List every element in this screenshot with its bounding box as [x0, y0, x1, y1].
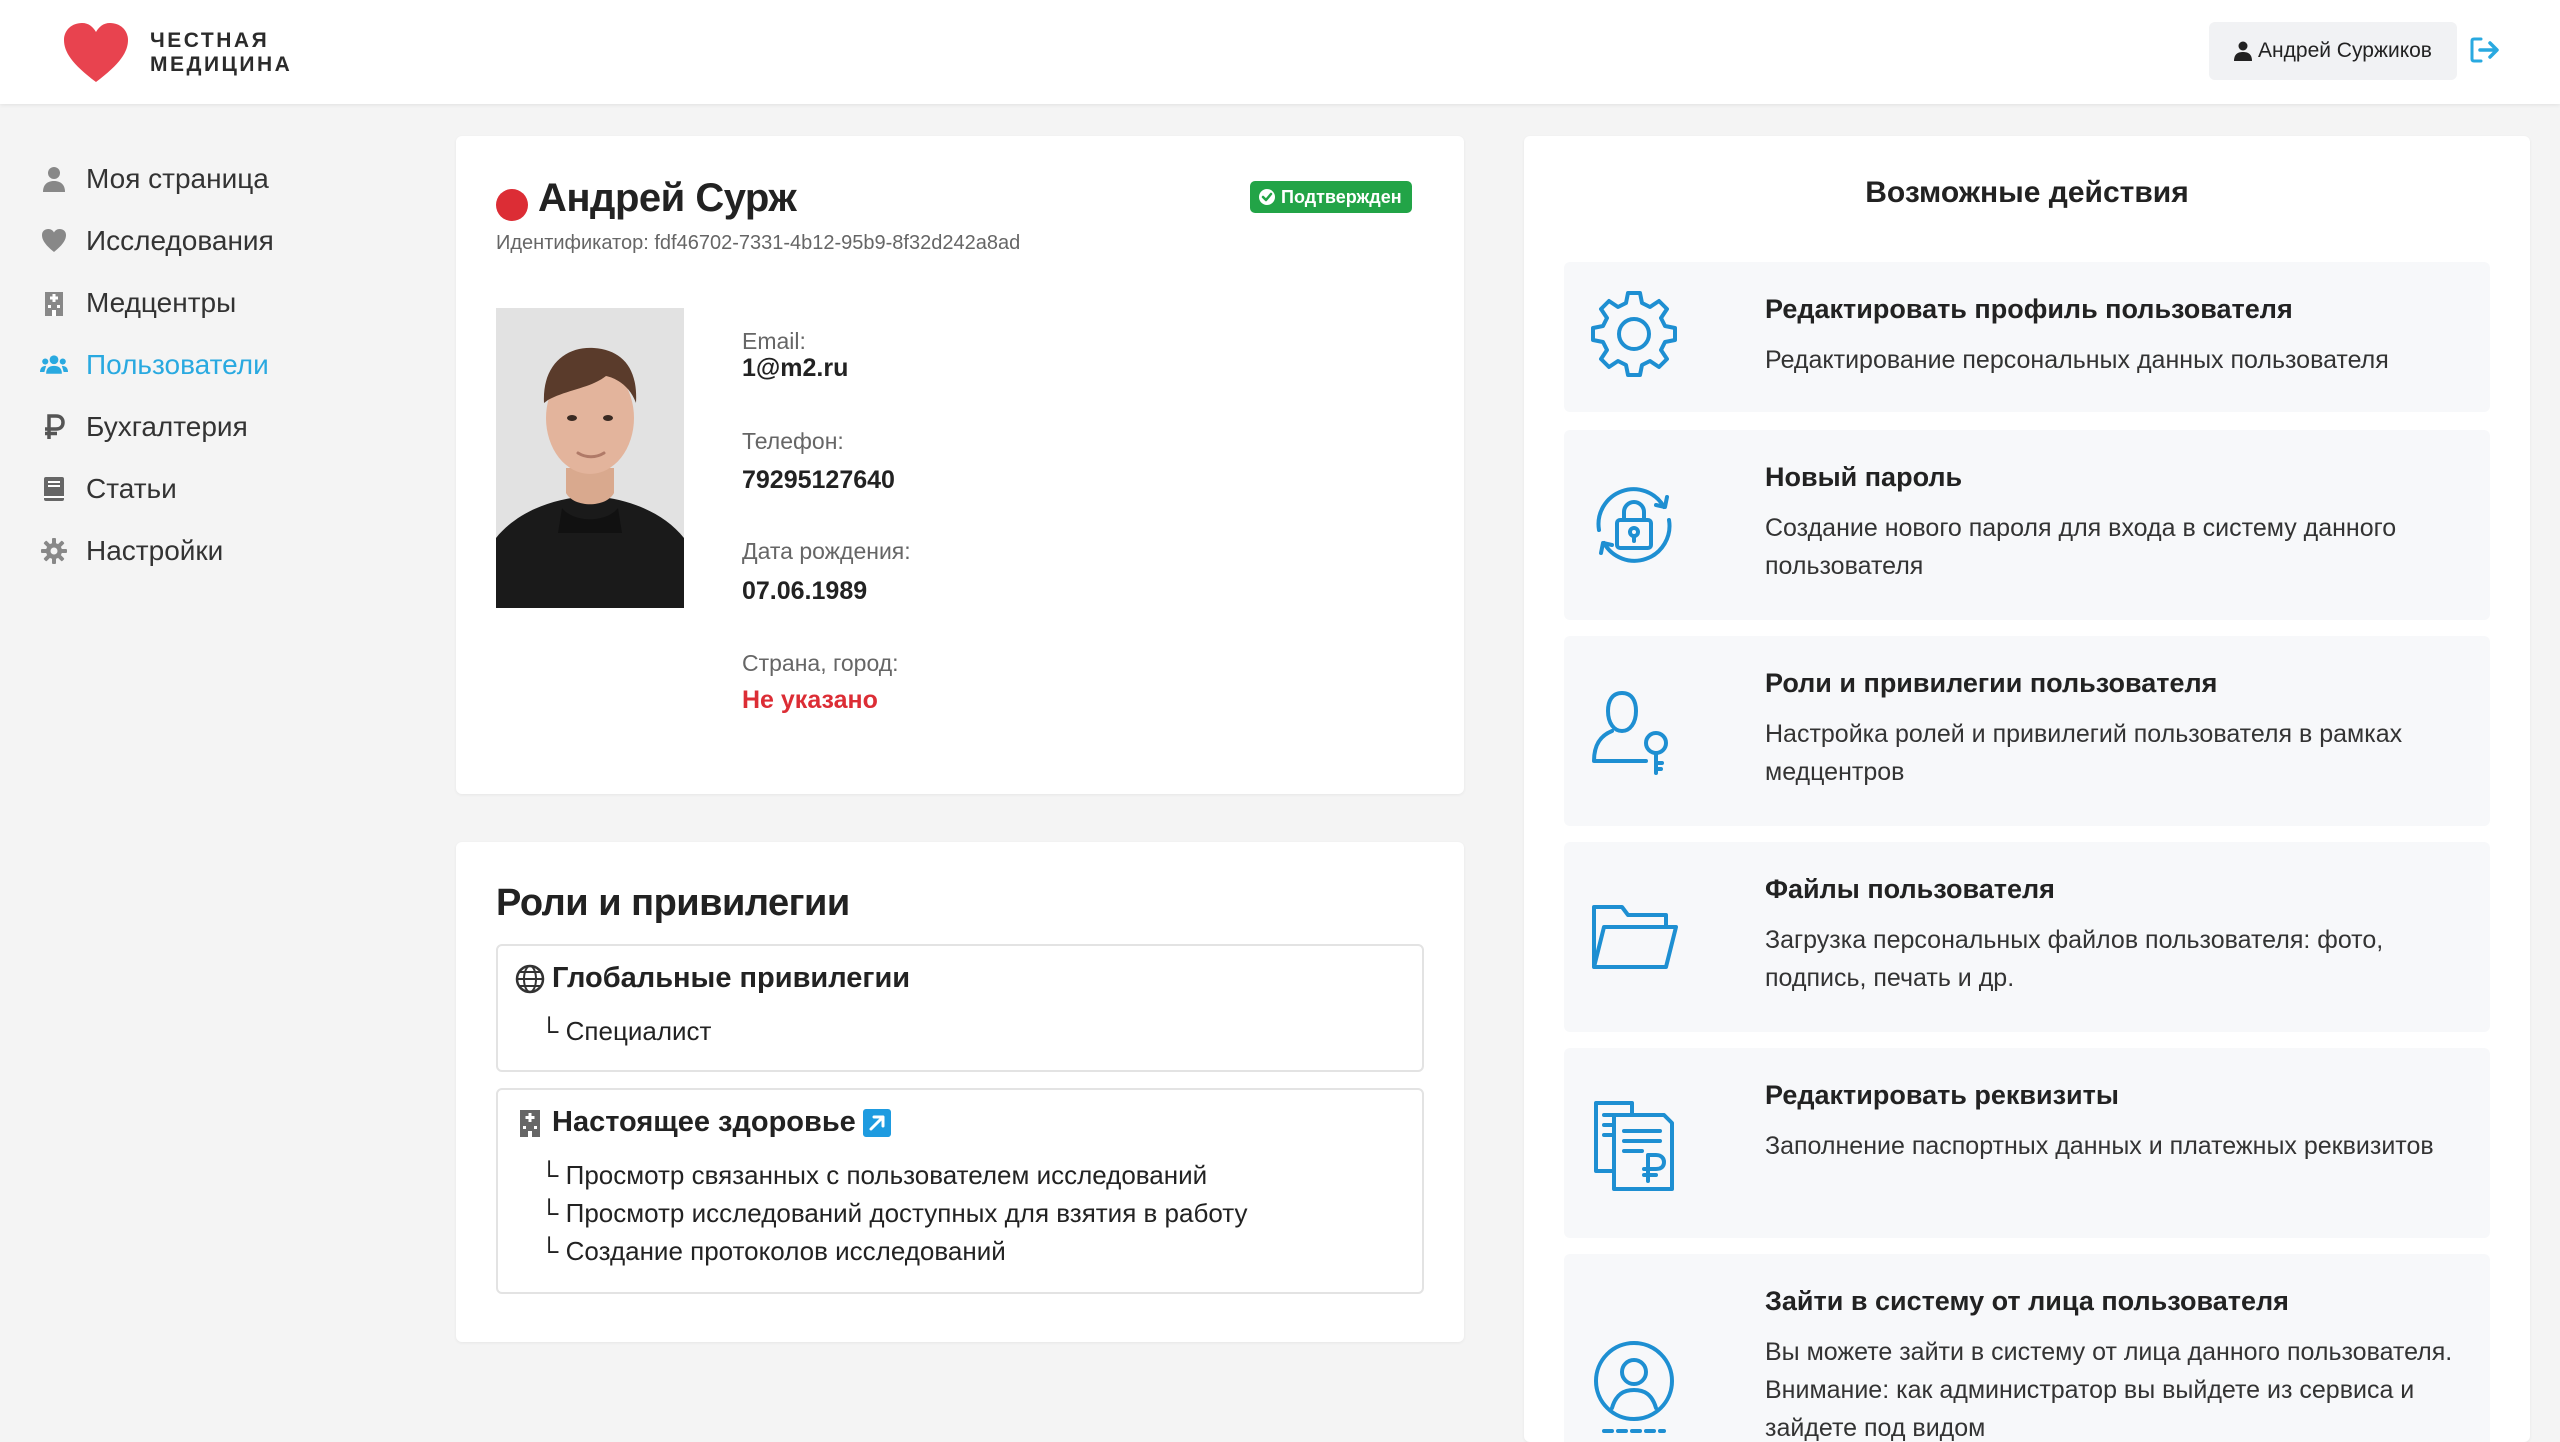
check-circle-icon: [1259, 189, 1275, 205]
user-circle-icon: [1584, 1336, 1684, 1436]
top-header: ЧЕСТНАЯ МЕДИЦИНА Андрей Суржиков: [0, 0, 2560, 104]
birth-date-label: Дата рождения:: [742, 538, 911, 564]
action-user-files[interactable]: Файлы пользователя Загрузка персональных…: [1564, 842, 2490, 1032]
action-roles-privileges[interactable]: Роли и привилегии пользователя Настройка…: [1564, 636, 2490, 826]
globe-icon: [515, 964, 545, 993]
sidebar-item-label: Медцентры: [86, 287, 237, 318]
actions-title: Возможные действия: [1865, 176, 2189, 209]
role-group-medcenter: Настоящее здоровье └ Просмотр связанных …: [496, 1088, 1424, 1294]
users-icon: [38, 349, 70, 381]
sidebar-item-label: Пользователи: [86, 349, 269, 380]
action-title: Редактировать профиль пользователя: [1765, 294, 2293, 324]
user-photo: [496, 308, 684, 608]
profile-card: Андрей Сурж Подтвержден Идентификатор: f…: [456, 136, 1464, 794]
phone-label: Телефон:: [742, 428, 844, 454]
user-key-icon: [1584, 681, 1684, 781]
role-privilege: └ Просмотр исследований доступных для вз…: [540, 1198, 1248, 1228]
role-privilege: └ Просмотр связанных с пользователем исс…: [540, 1160, 1208, 1190]
role-group-header: Глобальные привилегии: [514, 962, 910, 995]
heart-logo-icon: [64, 23, 128, 82]
documents-ruble-icon: [1584, 1093, 1684, 1193]
current-user-name: Андрей Суржиков: [2258, 39, 2432, 62]
sidebar-item-settings[interactable]: Настройки: [38, 520, 418, 582]
actions-card: Возможные действия Редактировать профиль…: [1524, 136, 2530, 1442]
sidebar: Моя страница Исследования Медцентры Поль…: [38, 148, 418, 582]
gear-icon: [1584, 284, 1684, 384]
sidebar-item-my-page[interactable]: Моя страница: [38, 148, 418, 210]
roles-title: Роли и привилегии: [496, 882, 850, 924]
action-description: Вы можете зайти в систему от лица данног…: [1765, 1338, 2453, 1442]
action-description: Создание нового пароля для входа в систе…: [1765, 514, 2397, 580]
role-group-name: Глобальные привилегии: [552, 962, 911, 994]
action-description: Загрузка персональных файлов пользовател…: [1765, 926, 2384, 992]
action-new-password[interactable]: Новый пароль Создание нового пароля для …: [1564, 430, 2490, 620]
logout-icon[interactable]: [2470, 36, 2500, 64]
logo-line-2: МЕДИЦИНА: [150, 53, 293, 76]
role-group-global: Глобальные привилегии └ Специалист: [496, 944, 1424, 1072]
current-user-button[interactable]: Андрей Суржиков: [2209, 22, 2457, 80]
folder-icon: [1584, 887, 1684, 987]
role-group-name: Настоящее здоровье: [552, 1106, 856, 1138]
location-value: Не указано: [742, 686, 878, 714]
roles-card: Роли и привилегии Глобальные привилегии …: [456, 842, 1464, 1342]
user-identifier: Идентификатор: fdf46702-7331-4b12-95b9-8…: [496, 232, 1021, 254]
role-privilege: └ Специалист: [540, 1016, 712, 1046]
book-icon: [38, 473, 70, 505]
action-title: Файлы пользователя: [1765, 874, 2055, 904]
email-value: 1@m2.ru: [742, 354, 849, 382]
logo-text: ЧЕСТНАЯ МЕДИЦИНА: [150, 29, 292, 77]
sidebar-item-label: Исследования: [86, 225, 274, 256]
birth-date-value: 07.06.1989: [742, 577, 868, 605]
sidebar-item-users[interactable]: Пользователи: [38, 334, 418, 396]
ruble-icon: [38, 411, 70, 443]
sidebar-item-label: Статьи: [86, 473, 177, 504]
action-title: Роли и привилегии пользователя: [1765, 668, 2218, 698]
status-badge-label: Подтвержден: [1281, 186, 1402, 207]
sidebar-item-label: Настройки: [86, 535, 224, 566]
sidebar-item-medcenters[interactable]: Медцентры: [38, 272, 418, 334]
action-edit-profile[interactable]: Редактировать профиль пользователя Редак…: [1564, 262, 2490, 412]
logo-line-1: ЧЕСТНАЯ: [150, 29, 270, 52]
action-title: Зайти в систему от лица пользователя: [1765, 1286, 2289, 1316]
sidebar-item-research[interactable]: Исследования: [38, 210, 418, 272]
status-indicator: [496, 189, 528, 221]
status-badge: Подтвержден: [1250, 181, 1412, 213]
role-privilege: └ Создание протоколов исследований: [540, 1236, 1006, 1266]
email-label: Email:: [742, 328, 806, 354]
action-title: Редактировать реквизиты: [1765, 1080, 2119, 1110]
role-group-header: Настоящее здоровье: [514, 1106, 892, 1139]
avatar-photo: [496, 308, 684, 608]
sidebar-item-accounting[interactable]: Бухгалтерия: [38, 396, 418, 458]
action-description: Настройка ролей и привилегий пользовател…: [1765, 720, 2403, 786]
action-title: Новый пароль: [1765, 462, 1963, 492]
heart-icon: [38, 225, 70, 257]
sidebar-item-label: Бухгалтерия: [86, 411, 248, 442]
hospital-icon: [38, 287, 70, 319]
action-edit-requisites[interactable]: Редактировать реквизиты Заполнение паспо…: [1564, 1048, 2490, 1238]
user-icon: [38, 163, 70, 195]
external-link-icon[interactable]: [862, 1108, 892, 1138]
sidebar-item-articles[interactable]: Статьи: [38, 458, 418, 520]
sidebar-item-label: Моя страница: [86, 163, 269, 194]
phone-value: 79295127640: [742, 466, 895, 494]
action-description: Заполнение паспортных данных и платежных…: [1765, 1132, 2434, 1160]
hospital-icon: [520, 1109, 540, 1137]
gear-icon: [38, 535, 70, 567]
action-login-as-user[interactable]: Зайти в систему от лица пользователя Вы …: [1564, 1254, 2490, 1442]
lock-refresh-icon: [1584, 475, 1684, 575]
action-description: Редактирование персональных данных польз…: [1765, 346, 2389, 374]
location-label: Страна, город:: [742, 650, 899, 676]
logo[interactable]: ЧЕСТНАЯ МЕДИЦИНА: [62, 22, 292, 84]
profile-name: Андрей Сурж: [538, 176, 797, 220]
user-icon: [2234, 41, 2253, 61]
